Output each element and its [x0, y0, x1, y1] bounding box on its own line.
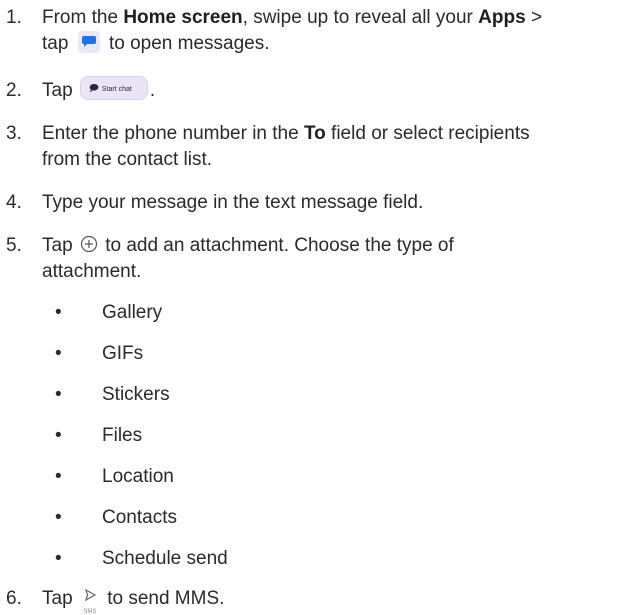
chat-bubble-icon: 🗩	[88, 82, 99, 93]
plus-circle-icon	[80, 235, 98, 253]
step-number: 5.	[6, 235, 22, 256]
step-text: Tap 🗩 Start chat.	[42, 75, 610, 104]
bullet: •	[55, 302, 62, 323]
step-number: 4.	[6, 192, 22, 213]
bullet: •	[55, 466, 62, 487]
step-text: Enter the phone number in the To field o…	[42, 123, 530, 170]
bullet: •	[55, 507, 62, 528]
bullet: •	[55, 384, 62, 405]
bullet: •	[55, 425, 62, 446]
step-number: 1.	[6, 7, 22, 28]
step-text: From the Home screen, swipe up to reveal…	[42, 7, 543, 54]
step-text: Tap to add an attachment. Choose the typ…	[42, 235, 454, 282]
bullet: •	[55, 548, 62, 569]
send-sms-icon: SMS	[81, 583, 99, 615]
step-number: 6.	[6, 588, 22, 609]
step-number: 2.	[6, 80, 22, 101]
start-chat-button: 🗩 Start chat	[79, 75, 148, 100]
messages-app-icon	[77, 30, 100, 53]
step-text: Type your message in the text message fi…	[42, 192, 424, 213]
step-number: 3.	[6, 123, 22, 144]
home-screen-label: Home screen	[123, 7, 243, 28]
instructions-document: 1. From the Home screen, swipe up to rev…	[0, 0, 618, 615]
apps-label: Apps	[478, 7, 526, 28]
step-text: Tap SMS to send MMS.	[42, 583, 610, 615]
bullet: •	[55, 343, 62, 364]
to-field-label: To	[303, 123, 326, 144]
